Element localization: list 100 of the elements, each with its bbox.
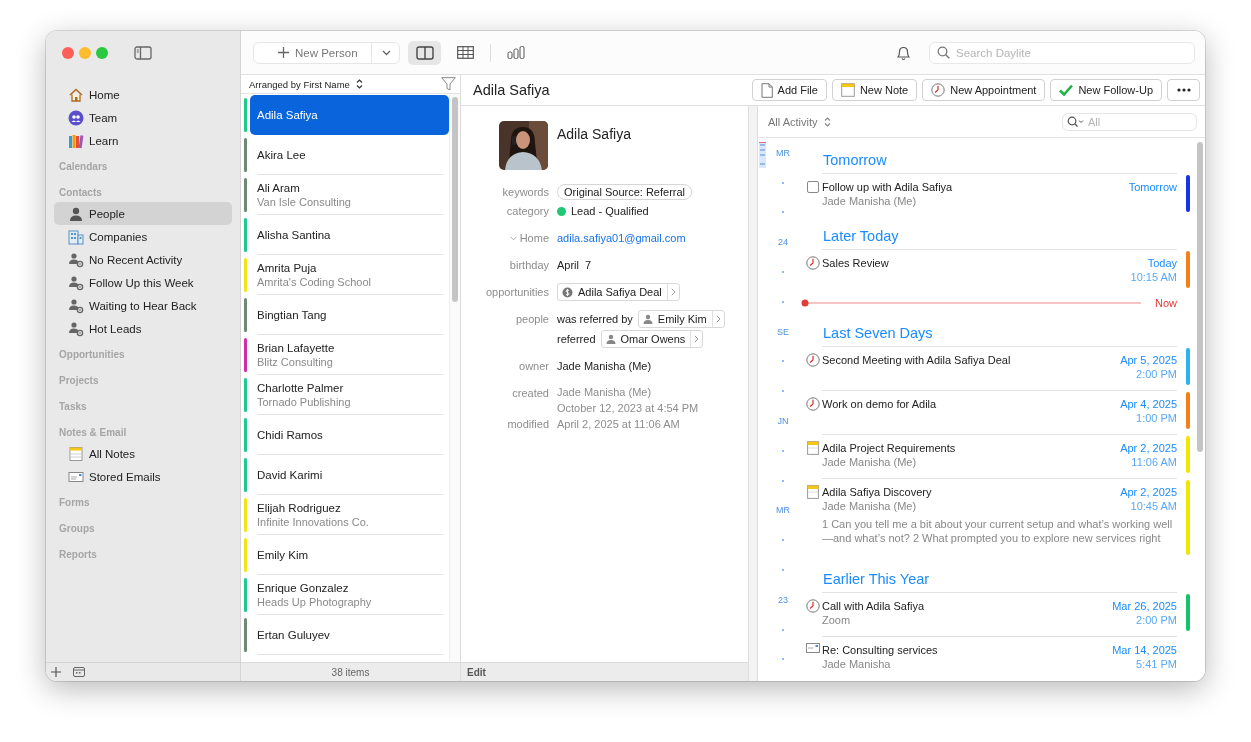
- timeline-label[interactable]: 24: [768, 227, 798, 258]
- clock-icon: [931, 83, 946, 97]
- section-heading: Forms: [58, 496, 91, 510]
- contact-row[interactable]: Charlotte Palmer Tornado Publishing: [241, 375, 449, 415]
- field-label: category: [505, 204, 549, 219]
- section-heading: Tasks: [58, 400, 88, 414]
- new-person-button[interactable]: New Person: [253, 41, 400, 64]
- contact-row[interactable]: Akira Lee: [241, 135, 449, 175]
- caret-icon[interactable]: [382, 49, 391, 56]
- chevron-icon: [715, 315, 721, 323]
- field-label: Home: [461, 229, 549, 247]
- activity-filter[interactable]: All Activity: [768, 115, 831, 128]
- timeline-label[interactable]: 23: [768, 584, 798, 615]
- activity-entry[interactable]: Call with Adila Safiya Zoom Mar 26, 2025 2:00 PM: [822, 592, 1177, 633]
- timeline-label[interactable]: MR: [768, 138, 798, 168]
- timeline-label[interactable]: SE: [768, 316, 798, 347]
- chevron-icon[interactable]: [509, 235, 517, 241]
- activity-entry[interactable]: Follow up with Adila Safiya Jade Manisha (Me) Tomorrow: [822, 173, 1177, 214]
- timeline-label[interactable]: MR: [768, 495, 798, 526]
- action-button[interactable]: New Note: [831, 79, 918, 101]
- sidebar-item[interactable]: People: [54, 202, 232, 225]
- field-label: keywords: [501, 185, 549, 200]
- person-icon: [642, 314, 653, 324]
- envelope-icon: [806, 643, 820, 653]
- timeline-handle-icon[interactable]: [759, 142, 766, 168]
- email-link[interactable]: adila.safiya01@gmail.com: [557, 232, 686, 244]
- building-icon: [68, 228, 84, 245]
- chevron-icon: [670, 288, 676, 296]
- activity-entry[interactable]: Adila Safiya Discovery Jade Manisha (Me) Apr 2, 2025 10:45 AM 1 Can you tell me a bit about your current setup and what’s working well—and what’s not? 2 What prompted you to explore new services right: [822, 478, 1177, 557]
- ellipsis-icon: [1176, 88, 1191, 92]
- filter-icon[interactable]: [441, 77, 456, 91]
- opportunity-link[interactable]: Adila Safiya Deal: [557, 283, 680, 301]
- zoom-button[interactable]: [96, 47, 108, 59]
- item-count: 38 items: [241, 662, 460, 681]
- section-heading: Contacts: [58, 186, 103, 200]
- scrollbar[interactable]: [449, 94, 460, 662]
- add-icon[interactable]: [51, 667, 61, 677]
- plus-icon: [278, 47, 289, 58]
- bell-icon[interactable]: [896, 44, 911, 61]
- activity-entry[interactable]: Sales Review Today 10:15 AM: [822, 249, 1177, 290]
- filter-field[interactable]: All: [1062, 112, 1197, 131]
- more-button[interactable]: [1167, 79, 1200, 101]
- calendar-icon[interactable]: [73, 667, 85, 677]
- field-label: birthday: [508, 258, 549, 273]
- split-view-icon: [415, 45, 434, 60]
- field-label: modified: [506, 417, 549, 432]
- sidebar-item[interactable]: Companies: [54, 225, 232, 248]
- now-label: Now: [1155, 297, 1177, 309]
- section-heading: Tomorrow: [822, 151, 888, 170]
- contact-row[interactable]: Elijah Rodriguez Infinite Innovations Co.: [241, 495, 449, 535]
- contact-row[interactable]: Enrique Gonzalez Heads Up Photography: [241, 575, 449, 615]
- person-icon: [605, 334, 616, 344]
- field-label: opportunities: [485, 285, 549, 300]
- clock-icon: [806, 397, 820, 411]
- search-field[interactable]: Search Daylite: [929, 41, 1195, 64]
- field-label: created: [511, 386, 549, 401]
- sidebar-toggle-icon[interactable]: [134, 46, 152, 60]
- checkmark-icon: [1059, 84, 1074, 96]
- contact-row[interactable]: Emily Kim: [241, 535, 449, 575]
- sidebar-item[interactable]: Team: [54, 106, 232, 129]
- field-value: October 12, 2023 at 4:54 PM: [557, 401, 699, 416]
- sidebar-item[interactable]: Home: [54, 83, 232, 106]
- close-button[interactable]: [62, 47, 74, 59]
- sidebar-item[interactable]: No Recent Activity: [54, 248, 232, 271]
- activity-entry[interactable]: Second Meeting with Adila Safiya Deal Apr 5, 2025 2:00 PM: [822, 346, 1177, 387]
- sidebar-item[interactable]: Waiting to Hear Back: [54, 294, 232, 317]
- contact-row[interactable]: Ertan Guluyev: [241, 615, 449, 655]
- activity-entry[interactable]: Adila Project Requirements Jade Manisha (Me) Apr 2, 2025 11:06 AM: [822, 434, 1177, 475]
- person-link[interactable]: Emily Kim: [637, 310, 725, 328]
- sidebar-item[interactable]: Stored Emails: [54, 465, 232, 488]
- sort-menu[interactable]: Arranged by First Name: [249, 78, 363, 90]
- checkbox[interactable]: [807, 181, 819, 193]
- sidebar-item[interactable]: All Notes: [54, 442, 232, 465]
- action-button[interactable]: New Appointment: [922, 79, 1046, 101]
- contact-row[interactable]: Amrita Puja Amrita's Coding School: [241, 255, 449, 295]
- contact-row[interactable]: Brian Lafayette Blitz Consulting: [241, 335, 449, 375]
- contact-name: Adila Safiya: [557, 126, 631, 142]
- sidebar-item[interactable]: Hot Leads: [54, 317, 232, 340]
- house-icon: [68, 86, 84, 103]
- activity-entry[interactable]: Re: Consulting services Jade Manisha Mar 14, 2025 5:41 PM: [822, 636, 1177, 677]
- sidebar-item[interactable]: Learn: [54, 129, 232, 152]
- notepad-icon: [807, 485, 819, 499]
- activity-entry[interactable]: Work on demo for Adila Apr 4, 2025 1:00 PM: [822, 390, 1177, 431]
- contact-row[interactable]: Chidi Ramos: [241, 415, 449, 455]
- contact-row[interactable]: Ali Aram Van Isle Consulting: [241, 175, 449, 215]
- person-link[interactable]: Omar Owens: [600, 330, 704, 348]
- view-button[interactable]: [408, 40, 441, 65]
- contact-row[interactable]: Alisha Santina: [241, 215, 449, 255]
- scrollbar[interactable]: [1195, 138, 1205, 681]
- sidebar-item[interactable]: Follow Up this Week: [54, 271, 232, 294]
- action-button[interactable]: New Follow-Up: [1050, 79, 1162, 101]
- section-heading: Reports: [58, 548, 98, 562]
- field-value: Jade Manisha (Me): [557, 360, 652, 372]
- action-button[interactable]: Add File: [751, 79, 827, 101]
- edit-button[interactable]: Edit: [461, 662, 748, 681]
- books-icon: [68, 132, 84, 149]
- coin-icon: [562, 286, 573, 298]
- field-label: owner: [518, 359, 549, 374]
- contact-row[interactable]: David Karimi: [241, 455, 449, 495]
- contact-row[interactable]: Bingtian Tang: [241, 295, 449, 335]
